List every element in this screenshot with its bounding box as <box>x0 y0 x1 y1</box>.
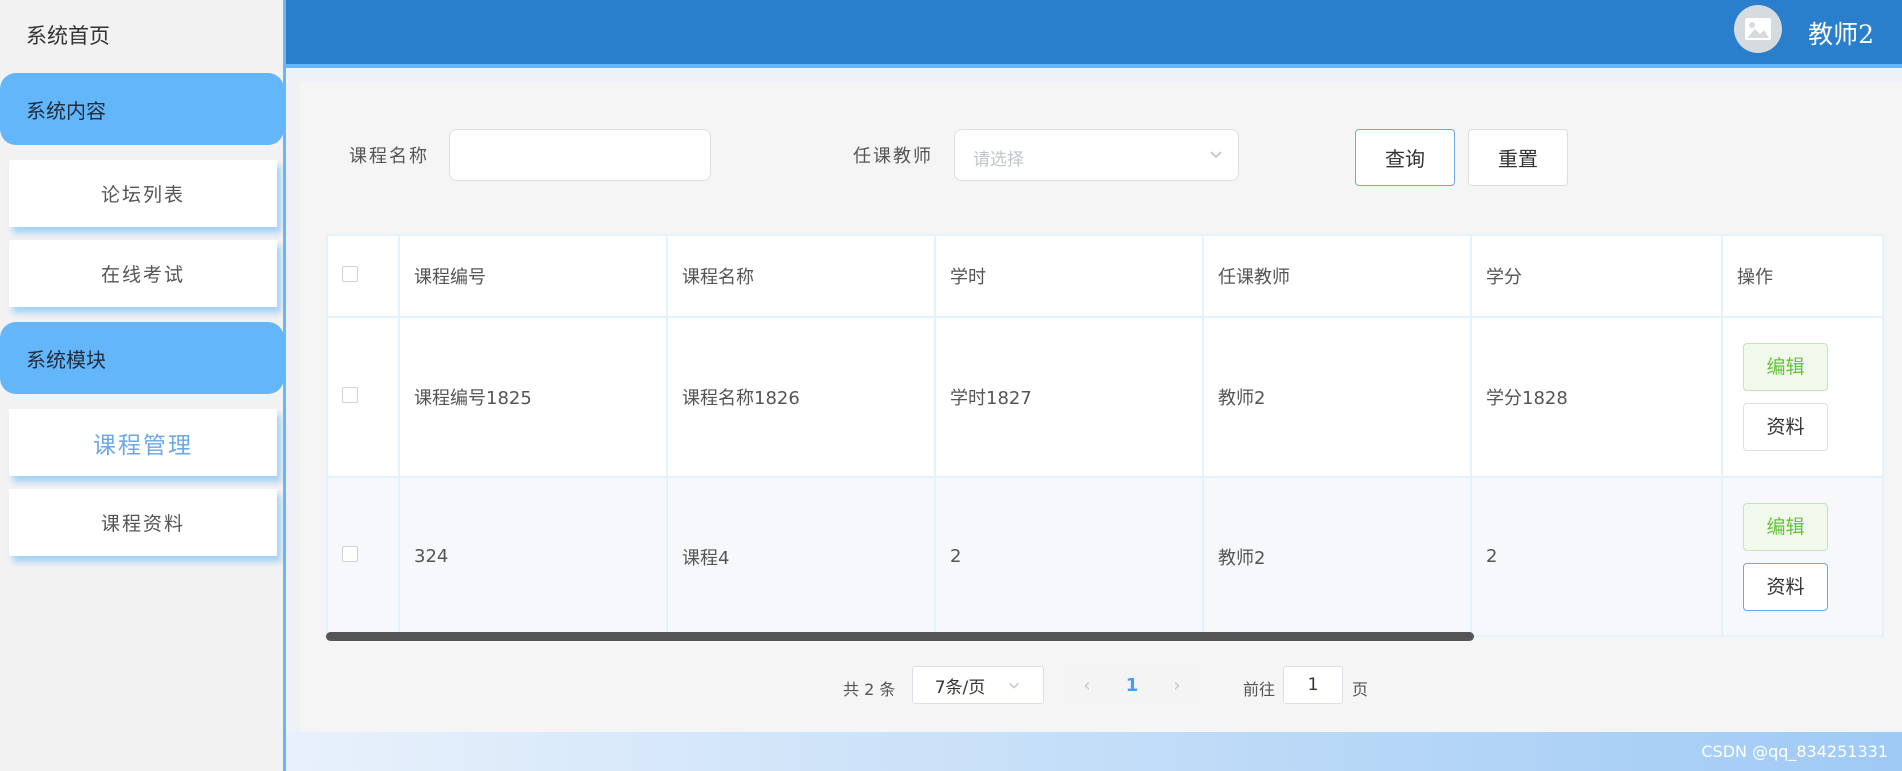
sidebar-item-forum-list[interactable]: 论坛列表 <box>9 160 277 227</box>
chevron-down-icon <box>1009 682 1020 689</box>
sidebar: 系统首页 系统内容 论坛列表 在线考试 系统模块 课程管理 课程资料 <box>0 0 286 771</box>
chevron-left-icon: ‹ <box>1083 674 1091 696</box>
prev-page-button[interactable]: ‹ <box>1067 666 1107 704</box>
select-all-cell <box>326 234 400 318</box>
goto-page-input[interactable]: 1 <box>1283 666 1343 704</box>
row-select-cell <box>326 476 400 637</box>
cell-code: 324 <box>398 476 668 637</box>
sidebar-item-course-management[interactable]: 课程管理 <box>9 409 277 476</box>
reset-button[interactable]: 重置 <box>1468 129 1568 186</box>
select-all-checkbox[interactable] <box>342 265 358 282</box>
row-checkbox[interactable] <box>342 386 358 403</box>
main-content: 课程名称 任课教师 请选择 查询 重置 课程编号 课程名称 学时 任课教师 学分… <box>300 82 1902 732</box>
cell-credit: 2 <box>1470 476 1723 637</box>
teacher-select[interactable]: 请选择 <box>954 129 1239 181</box>
watermark: CSDN @qq_834251331 <box>1701 742 1888 761</box>
sidebar-item-course-materials[interactable]: 课程资料 <box>9 489 277 556</box>
cell-actions: 编辑 资料 <box>1721 476 1884 637</box>
table-row: 324 课程4 2 教师2 2 编辑 资料 <box>326 476 1884 637</box>
cell-name: 课程名称1826 <box>666 316 936 478</box>
col-header-credit[interactable]: 学分 <box>1470 234 1723 318</box>
page-number-current[interactable]: 1 <box>1112 666 1152 704</box>
material-button[interactable]: 资料 <box>1743 562 1828 611</box>
cell-teacher: 教师2 <box>1202 316 1472 478</box>
col-header-teacher[interactable]: 任课教师 <box>1202 234 1472 318</box>
cell-hours: 学时1827 <box>934 316 1204 478</box>
top-header: 教师2 <box>286 0 1902 68</box>
material-button[interactable]: 资料 <box>1743 403 1828 451</box>
teacher-label: 任课教师 <box>853 146 933 167</box>
username[interactable]: 教师2 <box>1808 15 1874 51</box>
query-button[interactable]: 查询 <box>1355 129 1455 186</box>
table-header-row: 课程编号 课程名称 学时 任课教师 学分 操作 <box>326 234 1884 318</box>
avatar[interactable] <box>1734 5 1782 53</box>
sidebar-group-label: 系统内容 <box>26 99 106 123</box>
course-name-label: 课程名称 <box>349 146 429 167</box>
sidebar-group-modules[interactable]: 系统模块 <box>0 322 284 394</box>
next-page-button[interactable]: › <box>1157 666 1197 704</box>
sidebar-item-online-exam[interactable]: 在线考试 <box>9 240 277 307</box>
sidebar-home[interactable]: 系统首页 <box>26 20 110 50</box>
table-row: 课程编号1825 课程名称1826 学时1827 教师2 学分1828 编辑 资… <box>326 316 1884 478</box>
course-table: 课程编号 课程名称 学时 任课教师 学分 操作 课程编号1825 课程名称182… <box>326 234 1884 637</box>
col-header-hours[interactable]: 学时 <box>934 234 1204 318</box>
goto-prefix: 前往 <box>1243 680 1276 699</box>
page-size-select[interactable]: 7条/页 <box>912 666 1044 704</box>
image-icon <box>1745 18 1771 40</box>
page-size-value: 7条/页 <box>934 677 986 698</box>
cell-code: 课程编号1825 <box>398 316 668 478</box>
cell-hours: 2 <box>934 476 1204 637</box>
col-header-actions: 操作 <box>1721 234 1884 318</box>
row-checkbox[interactable] <box>342 546 358 562</box>
col-header-code[interactable]: 课程编号 <box>398 234 668 318</box>
chevron-down-icon <box>1210 151 1222 159</box>
sidebar-group-label: 系统模块 <box>26 348 106 372</box>
cell-credit: 学分1828 <box>1470 316 1723 478</box>
edit-button[interactable]: 编辑 <box>1743 502 1828 551</box>
row-select-cell <box>326 316 400 478</box>
teacher-select-placeholder: 请选择 <box>973 150 1024 170</box>
bottom-bar: CSDN @qq_834251331 <box>286 732 1902 771</box>
cell-actions: 编辑 资料 <box>1721 316 1884 478</box>
course-name-input[interactable] <box>449 129 711 181</box>
col-header-name[interactable]: 课程名称 <box>666 234 936 318</box>
cell-name: 课程4 <box>666 476 936 637</box>
chevron-right-icon: › <box>1173 674 1181 696</box>
edit-button[interactable]: 编辑 <box>1743 343 1828 391</box>
horizontal-scrollbar[interactable] <box>326 632 1474 641</box>
sidebar-group-content[interactable]: 系统内容 <box>0 73 284 145</box>
cell-teacher: 教师2 <box>1202 476 1472 637</box>
pagination-total: 共 2 条 <box>843 680 896 699</box>
goto-suffix: 页 <box>1352 680 1369 699</box>
